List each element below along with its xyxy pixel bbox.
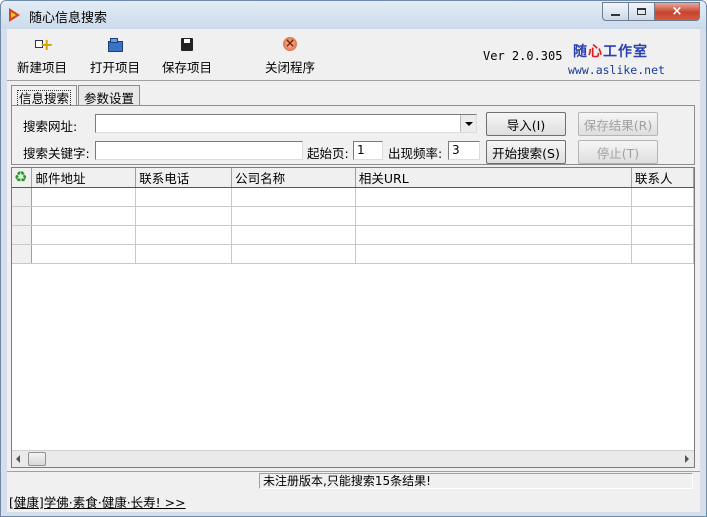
- cell-email[interactable]: [31, 187, 137, 207]
- cell-company[interactable]: [231, 244, 356, 264]
- column-header-contact[interactable]: 联系人: [631, 168, 694, 188]
- studio-logo-left: 随: [573, 44, 588, 60]
- start-page-input[interactable]: 1: [353, 141, 383, 160]
- cell-phone[interactable]: [135, 225, 233, 245]
- studio-logo-heart: 心: [588, 44, 603, 60]
- row-header[interactable]: [12, 225, 33, 245]
- window-title: 随心信息搜索: [29, 11, 108, 26]
- exit-program-label: 关闭程序: [265, 60, 316, 75]
- scroll-left-arrow-icon[interactable]: [16, 455, 20, 463]
- open-project-button[interactable]: 打开项目: [90, 37, 140, 76]
- exit-icon: [282, 37, 298, 53]
- cell-email[interactable]: [31, 206, 137, 226]
- column-header-email[interactable]: 邮件地址: [31, 168, 137, 188]
- table-row[interactable]: [12, 187, 694, 207]
- keyword-input[interactable]: [95, 141, 303, 160]
- import-button[interactable]: 导入(I): [486, 112, 566, 136]
- cell-contact[interactable]: [631, 225, 694, 245]
- tab-settings[interactable]: 参数设置: [78, 85, 141, 106]
- minimize-button[interactable]: [602, 2, 629, 21]
- cell-contact[interactable]: [631, 244, 694, 264]
- client-area: 新建项目 打开项目 保存项目 关闭程序 Ver 2.0.305 随心工作室 ww…: [7, 29, 700, 512]
- column-header-url[interactable]: 相关URL: [355, 168, 633, 188]
- table-row[interactable]: [12, 225, 694, 245]
- minimize-icon: [611, 13, 620, 16]
- ad-bar: [健康]学佛·素食·健康·长寿! >>: [7, 489, 700, 512]
- row-header[interactable]: [12, 206, 33, 226]
- cell-company[interactable]: [231, 206, 356, 226]
- cell-email[interactable]: [31, 244, 137, 264]
- maximize-button[interactable]: [629, 2, 655, 21]
- search-url-label: 搜索网址:: [23, 119, 78, 134]
- frequency-input[interactable]: 3: [448, 141, 480, 160]
- close-button[interactable]: ×: [655, 2, 700, 21]
- save-project-label: 保存项目: [162, 60, 213, 75]
- horizontal-scrollbar[interactable]: [12, 450, 694, 467]
- search-panel: 搜索网址: 搜索关键字: 起始页: 1 出现频率: 3 导入(I) 开始搜索(S…: [11, 105, 695, 165]
- column-header-phone[interactable]: 联系电话: [135, 168, 233, 188]
- new-project-icon: [34, 35, 53, 54]
- table-header-row: ♻ 邮件地址 联系电话 公司名称 相关URL 联系人: [12, 168, 694, 188]
- results-grid[interactable]: ♻ 邮件地址 联系电话 公司名称 相关URL 联系人: [11, 167, 695, 468]
- cell-phone[interactable]: [135, 244, 233, 264]
- tab-info-search[interactable]: 信息搜索: [11, 85, 78, 107]
- cell-company[interactable]: [231, 225, 356, 245]
- start-page-label: 起始页:: [307, 146, 349, 161]
- ad-link[interactable]: [健康]学佛·素食·健康·长寿! >>: [9, 492, 186, 511]
- stop-button[interactable]: 停止(T): [578, 140, 658, 164]
- title-bar[interactable]: 随心信息搜索 ×: [1, 1, 706, 29]
- folder-open-icon: [107, 37, 123, 53]
- close-icon: ×: [671, 4, 683, 19]
- status-message: 未注册版本,只能搜索15条结果!: [259, 473, 693, 489]
- recycle-icon: ♻: [14, 168, 28, 186]
- cell-url[interactable]: [355, 206, 633, 226]
- app-logo-icon: [9, 8, 20, 22]
- start-page-value: 1: [357, 143, 365, 157]
- grid-corner[interactable]: ♻: [12, 168, 33, 188]
- cell-url[interactable]: [355, 244, 633, 264]
- row-header[interactable]: [12, 244, 33, 264]
- results-table: ♻ 邮件地址 联系电话 公司名称 相关URL 联系人: [12, 168, 694, 264]
- chevron-down-icon[interactable]: [460, 115, 476, 132]
- window-controls: ×: [602, 2, 700, 21]
- save-project-button[interactable]: 保存项目: [162, 37, 212, 76]
- frequency-label: 出现频率:: [388, 146, 443, 161]
- studio-logo-right: 工作室: [603, 44, 648, 60]
- new-project-button[interactable]: 新建项目: [17, 35, 68, 76]
- save-results-button[interactable]: 保存结果(R): [578, 112, 658, 136]
- exit-program-button[interactable]: 关闭程序: [265, 37, 315, 76]
- toolbar: 新建项目 打开项目 保存项目 关闭程序 Ver 2.0.305 随心工作室 ww…: [7, 29, 700, 81]
- cell-url[interactable]: [355, 187, 633, 207]
- table-row[interactable]: [12, 244, 694, 264]
- app-window: 随心信息搜索 × 新建项目 打开项目 保存项目: [0, 0, 707, 517]
- open-project-label: 打开项目: [90, 60, 141, 75]
- cell-phone[interactable]: [135, 206, 233, 226]
- cell-email[interactable]: [31, 225, 137, 245]
- status-bar: 未注册版本,只能搜索15条结果!: [7, 471, 700, 489]
- table-row[interactable]: [12, 206, 694, 226]
- tab-settings-label: 参数设置: [84, 91, 135, 106]
- start-search-button[interactable]: 开始搜索(S): [486, 140, 566, 164]
- new-project-label: 新建项目: [17, 60, 68, 75]
- cell-company[interactable]: [231, 187, 356, 207]
- row-header[interactable]: [12, 187, 33, 207]
- cell-contact[interactable]: [631, 187, 694, 207]
- frequency-value: 3: [452, 143, 460, 157]
- scroll-right-arrow-icon[interactable]: [685, 455, 689, 463]
- floppy-disk-icon: [179, 37, 195, 53]
- studio-logo: 随心工作室: [573, 41, 648, 61]
- search-url-combo[interactable]: [95, 114, 477, 133]
- cell-url[interactable]: [355, 225, 633, 245]
- cell-phone[interactable]: [135, 187, 233, 207]
- cell-contact[interactable]: [631, 206, 694, 226]
- scroll-thumb[interactable]: [28, 452, 46, 466]
- studio-url[interactable]: www.aslike.net: [568, 63, 665, 77]
- tab-bar: 信息搜索 参数设置: [11, 85, 141, 107]
- column-header-company[interactable]: 公司名称: [231, 168, 356, 188]
- maximize-icon: [637, 8, 646, 15]
- keyword-label: 搜索关键字:: [23, 146, 90, 161]
- version-label: Ver 2.0.305: [483, 49, 563, 63]
